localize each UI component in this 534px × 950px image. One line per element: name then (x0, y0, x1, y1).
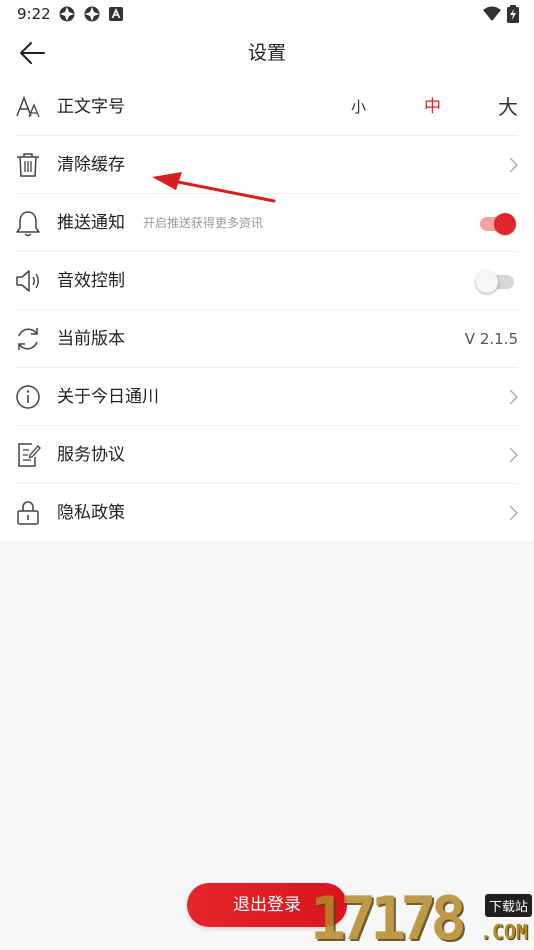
toggle-knob (494, 213, 516, 235)
document-edit-icon (18, 443, 41, 467)
push-notification-label: 推送通知 (57, 213, 125, 233)
arrow-left-icon (20, 42, 45, 64)
chevron-right-icon (509, 157, 518, 173)
font-size-row: 正文字号 小 中 大 (0, 78, 534, 136)
version-value: V 2.1.5 (464, 330, 518, 348)
font-size-label: 正文字号 (57, 97, 125, 117)
watermark-badge: 下载站 (484, 894, 532, 917)
watermark-suffix: .COM (479, 920, 528, 944)
chevron-right-icon (509, 447, 518, 463)
page-title: 设置 (247, 42, 286, 64)
notification-app-icon (84, 6, 100, 22)
chevron-right-icon (509, 505, 518, 521)
battery-charging-icon (507, 5, 519, 23)
current-version-label: 当前版本 (57, 329, 125, 349)
watermark-digits: 17178 (310, 884, 467, 950)
wifi-icon (483, 6, 501, 21)
lock-icon (17, 501, 39, 525)
chevron-right-icon (509, 389, 518, 405)
a-badge-icon (109, 7, 123, 21)
about-row[interactable]: 关于今日通川 (0, 368, 534, 426)
privacy-policy-label: 隐私政策 (57, 503, 125, 523)
about-label: 关于今日通川 (57, 387, 159, 407)
font-size-icon (16, 95, 40, 118)
refresh-icon (18, 328, 38, 350)
back-button[interactable] (14, 36, 50, 70)
app-header: 设置 (0, 28, 534, 78)
privacy-policy-row[interactable]: 隐私政策 (0, 484, 534, 542)
sound-control-toggle[interactable] (476, 271, 516, 293)
font-size-option-small[interactable]: 小 (351, 78, 366, 136)
status-bar: 9:22 (0, 0, 534, 28)
info-icon (16, 385, 40, 409)
site-watermark: 17178 下载站 .COM (306, 888, 534, 950)
font-size-option-medium[interactable]: 中 (424, 78, 441, 136)
push-notification-toggle[interactable] (478, 213, 516, 235)
sound-control-label: 音效控制 (57, 271, 125, 291)
service-agreement-row[interactable]: 服务协议 (0, 426, 534, 484)
notification-app-icon (59, 6, 75, 22)
clear-cache-label: 清除缓存 (57, 155, 125, 175)
service-agreement-label: 服务协议 (57, 445, 125, 465)
current-version-row: 当前版本 V 2.1.5 (0, 310, 534, 368)
sound-control-row: 音效控制 (0, 252, 534, 310)
bell-icon (16, 211, 40, 237)
trash-icon (17, 153, 39, 177)
speaker-icon (16, 270, 39, 292)
annotation-arrow-icon (152, 172, 276, 203)
status-time: 9:22 (17, 5, 51, 23)
settings-list: 正文字号 小 中 大 清除缓存 推送通知 开启推送获得更多资讯 音效控制 当前版… (0, 78, 534, 541)
toggle-knob (476, 271, 498, 293)
font-size-option-large[interactable]: 大 (498, 78, 518, 136)
